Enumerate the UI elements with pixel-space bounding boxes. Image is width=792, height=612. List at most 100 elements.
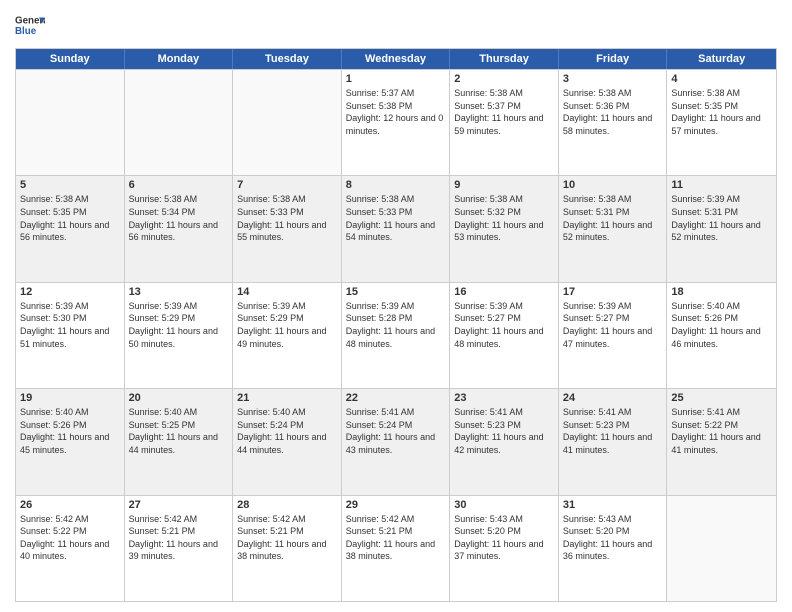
cell-info: Sunrise: 5:40 AM Sunset: 5:26 PM Dayligh… bbox=[671, 300, 772, 350]
cell-info: Sunrise: 5:38 AM Sunset: 5:35 PM Dayligh… bbox=[671, 87, 772, 137]
day-number: 5 bbox=[20, 179, 120, 191]
weekday-header-wednesday: Wednesday bbox=[342, 49, 451, 69]
calendar-cell: 12Sunrise: 5:39 AM Sunset: 5:30 PM Dayli… bbox=[16, 283, 125, 388]
cell-info: Sunrise: 5:40 AM Sunset: 5:24 PM Dayligh… bbox=[237, 406, 337, 456]
calendar-cell: 28 Sunrise: 5:42 AM Sunset: 5:21 PM Dayli… bbox=[233, 496, 342, 601]
weekday-header-sunday: Sunday bbox=[16, 49, 125, 69]
day-number: 1 bbox=[346, 73, 446, 85]
calendar-cell: 8 Sunrise: 5:38 AM Sunset: 5:33 PM Daylig… bbox=[342, 176, 451, 281]
day-number: 11 bbox=[671, 179, 772, 191]
cell-info: Sunrise: 5:41 AM Sunset: 5:24 PM Dayligh… bbox=[346, 406, 446, 456]
calendar-row-2: 12Sunrise: 5:39 AM Sunset: 5:30 PM Dayli… bbox=[16, 282, 776, 388]
calendar-cell: 18 Sunrise: 5:40 AM Sunset: 5:26 PM Dayli… bbox=[667, 283, 776, 388]
cell-info: Sunrise: 5:40 AM Sunset: 5:25 PM Dayligh… bbox=[129, 406, 229, 456]
calendar-cell: 13 Sunrise: 5:39 AM Sunset: 5:29 PM Dayli… bbox=[125, 283, 234, 388]
calendar-cell: 11 Sunrise: 5:39 AM Sunset: 5:31 PM Dayli… bbox=[667, 176, 776, 281]
weekday-header-tuesday: Tuesday bbox=[233, 49, 342, 69]
cell-info: Sunrise: 5:39 AM Sunset: 5:29 PM Dayligh… bbox=[237, 300, 337, 350]
day-number: 27 bbox=[129, 499, 229, 511]
day-number: 15 bbox=[346, 286, 446, 298]
cell-info: Sunrise: 5:39 AM Sunset: 5:27 PM Dayligh… bbox=[454, 300, 554, 350]
calendar-cell: 31 Sunrise: 5:43 AM Sunset: 5:20 PM Dayli… bbox=[559, 496, 668, 601]
calendar-cell: 24 Sunrise: 5:41 AM Sunset: 5:23 PM Dayli… bbox=[559, 389, 668, 494]
calendar-row-4: 26Sunrise: 5:42 AM Sunset: 5:22 PM Dayli… bbox=[16, 495, 776, 601]
calendar-cell: 4 Sunrise: 5:38 AM Sunset: 5:35 PM Daylig… bbox=[667, 70, 776, 175]
calendar-cell: 7 Sunrise: 5:38 AM Sunset: 5:33 PM Daylig… bbox=[233, 176, 342, 281]
calendar-cell: 15 Sunrise: 5:39 AM Sunset: 5:28 PM Dayli… bbox=[342, 283, 451, 388]
calendar-cell: 26Sunrise: 5:42 AM Sunset: 5:22 PM Dayli… bbox=[16, 496, 125, 601]
day-number: 24 bbox=[563, 392, 663, 404]
calendar-cell: 3Sunrise: 5:38 AM Sunset: 5:36 PM Daylig… bbox=[559, 70, 668, 175]
calendar: SundayMondayTuesdayWednesdayThursdayFrid… bbox=[15, 48, 777, 602]
cell-info: Sunrise: 5:37 AM Sunset: 5:38 PM Dayligh… bbox=[346, 87, 446, 137]
calendar-cell: 6Sunrise: 5:38 AM Sunset: 5:34 PM Daylig… bbox=[125, 176, 234, 281]
calendar-cell: 19 Sunrise: 5:40 AM Sunset: 5:26 PM Dayli… bbox=[16, 389, 125, 494]
cell-info: Sunrise: 5:42 AM Sunset: 5:21 PM Dayligh… bbox=[129, 513, 229, 563]
weekday-header-friday: Friday bbox=[559, 49, 668, 69]
day-number: 10 bbox=[563, 179, 663, 191]
day-number: 16 bbox=[454, 286, 554, 298]
day-number: 8 bbox=[346, 179, 446, 191]
day-number: 31 bbox=[563, 499, 663, 511]
cell-info: Sunrise: 5:38 AM Sunset: 5:31 PM Dayligh… bbox=[563, 193, 663, 243]
day-number: 3 bbox=[563, 73, 663, 85]
calendar-body: 1 Sunrise: 5:37 AM Sunset: 5:38 PM Daylig… bbox=[16, 69, 776, 601]
calendar-cell: 20Sunrise: 5:40 AM Sunset: 5:25 PM Dayli… bbox=[125, 389, 234, 494]
header: General Blue bbox=[15, 10, 777, 40]
calendar-cell: 9 Sunrise: 5:38 AM Sunset: 5:32 PM Daylig… bbox=[450, 176, 559, 281]
cell-info: Sunrise: 5:41 AM Sunset: 5:23 PM Dayligh… bbox=[563, 406, 663, 456]
cell-info: Sunrise: 5:38 AM Sunset: 5:35 PM Dayligh… bbox=[20, 193, 120, 243]
cell-info: Sunrise: 5:39 AM Sunset: 5:28 PM Dayligh… bbox=[346, 300, 446, 350]
cell-info: Sunrise: 5:39 AM Sunset: 5:31 PM Dayligh… bbox=[671, 193, 772, 243]
calendar-row-3: 19 Sunrise: 5:40 AM Sunset: 5:26 PM Dayli… bbox=[16, 388, 776, 494]
cell-info: Sunrise: 5:38 AM Sunset: 5:33 PM Dayligh… bbox=[346, 193, 446, 243]
calendar-cell: 1 Sunrise: 5:37 AM Sunset: 5:38 PM Daylig… bbox=[342, 70, 451, 175]
calendar-cell: 16 Sunrise: 5:39 AM Sunset: 5:27 PM Dayli… bbox=[450, 283, 559, 388]
cell-info: Sunrise: 5:38 AM Sunset: 5:37 PM Dayligh… bbox=[454, 87, 554, 137]
day-number: 7 bbox=[237, 179, 337, 191]
cell-info: Sunrise: 5:39 AM Sunset: 5:27 PM Dayligh… bbox=[563, 300, 663, 350]
svg-text:Blue: Blue bbox=[15, 26, 37, 37]
day-number: 28 bbox=[237, 499, 337, 511]
day-number: 4 bbox=[671, 73, 772, 85]
calendar-cell: 27 Sunrise: 5:42 AM Sunset: 5:21 PM Dayli… bbox=[125, 496, 234, 601]
cell-info: Sunrise: 5:39 AM Sunset: 5:29 PM Dayligh… bbox=[129, 300, 229, 350]
calendar-cell: 25Sunrise: 5:41 AM Sunset: 5:22 PM Dayli… bbox=[667, 389, 776, 494]
calendar-cell: 23Sunrise: 5:41 AM Sunset: 5:23 PM Dayli… bbox=[450, 389, 559, 494]
calendar-cell: 10 Sunrise: 5:38 AM Sunset: 5:31 PM Dayli… bbox=[559, 176, 668, 281]
cell-info: Sunrise: 5:40 AM Sunset: 5:26 PM Dayligh… bbox=[20, 406, 120, 456]
day-number: 13 bbox=[129, 286, 229, 298]
cell-info: Sunrise: 5:42 AM Sunset: 5:21 PM Dayligh… bbox=[237, 513, 337, 563]
logo: General Blue bbox=[15, 10, 45, 40]
weekday-header-saturday: Saturday bbox=[667, 49, 776, 69]
calendar-header-row: SundayMondayTuesdayWednesdayThursdayFrid… bbox=[16, 49, 776, 69]
day-number: 30 bbox=[454, 499, 554, 511]
cell-info: Sunrise: 5:41 AM Sunset: 5:22 PM Dayligh… bbox=[671, 406, 772, 456]
day-number: 19 bbox=[20, 392, 120, 404]
svg-text:General: General bbox=[15, 16, 45, 27]
calendar-cell: 22 Sunrise: 5:41 AM Sunset: 5:24 PM Dayli… bbox=[342, 389, 451, 494]
logo-icon: General Blue bbox=[15, 10, 45, 40]
day-number: 14 bbox=[237, 286, 337, 298]
cell-info: Sunrise: 5:38 AM Sunset: 5:33 PM Dayligh… bbox=[237, 193, 337, 243]
calendar-cell: 5 Sunrise: 5:38 AM Sunset: 5:35 PM Daylig… bbox=[16, 176, 125, 281]
cell-info: Sunrise: 5:38 AM Sunset: 5:32 PM Dayligh… bbox=[454, 193, 554, 243]
calendar-row-0: 1 Sunrise: 5:37 AM Sunset: 5:38 PM Daylig… bbox=[16, 69, 776, 175]
cell-info: Sunrise: 5:41 AM Sunset: 5:23 PM Dayligh… bbox=[454, 406, 554, 456]
day-number: 18 bbox=[671, 286, 772, 298]
calendar-cell: 21Sunrise: 5:40 AM Sunset: 5:24 PM Dayli… bbox=[233, 389, 342, 494]
cell-info: Sunrise: 5:39 AM Sunset: 5:30 PM Dayligh… bbox=[20, 300, 120, 350]
calendar-cell: 29Sunrise: 5:42 AM Sunset: 5:21 PM Dayli… bbox=[342, 496, 451, 601]
day-number: 2 bbox=[454, 73, 554, 85]
calendar-cell: 17 Sunrise: 5:39 AM Sunset: 5:27 PM Dayli… bbox=[559, 283, 668, 388]
day-number: 9 bbox=[454, 179, 554, 191]
calendar-cell bbox=[16, 70, 125, 175]
day-number: 22 bbox=[346, 392, 446, 404]
calendar-cell: 14 Sunrise: 5:39 AM Sunset: 5:29 PM Dayli… bbox=[233, 283, 342, 388]
cell-info: Sunrise: 5:43 AM Sunset: 5:20 PM Dayligh… bbox=[454, 513, 554, 563]
calendar-cell bbox=[233, 70, 342, 175]
day-number: 17 bbox=[563, 286, 663, 298]
cell-info: Sunrise: 5:42 AM Sunset: 5:21 PM Dayligh… bbox=[346, 513, 446, 563]
calendar-cell bbox=[125, 70, 234, 175]
cell-info: Sunrise: 5:43 AM Sunset: 5:20 PM Dayligh… bbox=[563, 513, 663, 563]
